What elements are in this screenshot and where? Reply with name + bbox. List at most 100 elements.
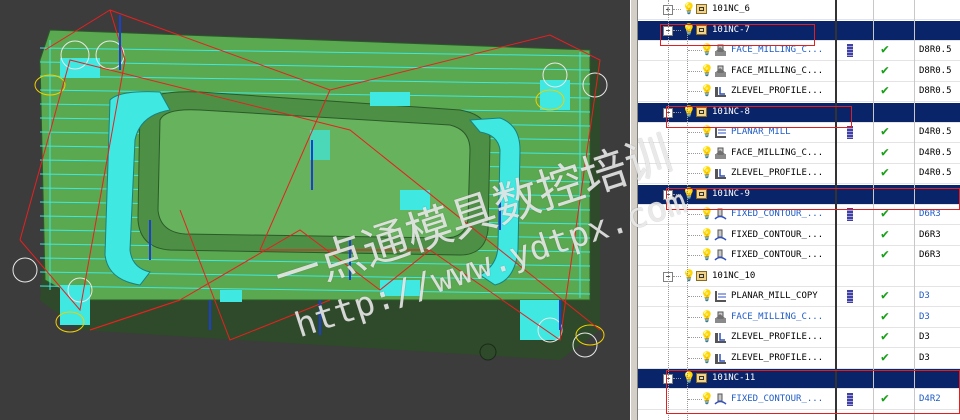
check-icon: ✔ <box>881 62 889 78</box>
check-icon: ✔ <box>881 308 889 324</box>
zlevel-profile-icon <box>714 331 727 344</box>
operation-label: ZLEVEL_PROFILE... <box>731 332 824 342</box>
lightbulb-icon: 💡 <box>700 84 714 97</box>
operation-label: FACE_MILLING_C... <box>731 65 824 76</box>
program-group-row[interactable]: + 💡 101NC_6 <box>638 0 960 20</box>
operation-label: PLANAR_MILL_COPY <box>731 291 818 301</box>
tool-name: D4R0.5 <box>919 168 952 178</box>
face-milling-icon <box>714 147 727 160</box>
column-divider <box>914 0 915 420</box>
check-icon: ✔ <box>881 226 889 242</box>
column-separator <box>835 0 837 420</box>
lightbulb-icon: 💡 <box>700 207 714 220</box>
program-group-label: 101NC_10 <box>712 270 756 281</box>
lightbulb-icon: 💡 <box>700 43 714 56</box>
tool-name: D3 <box>919 352 930 363</box>
boss <box>540 80 570 110</box>
tool-name: D8R0.5 <box>919 45 952 55</box>
tool-name: D6R3 <box>919 250 941 260</box>
program-group-label: 101NC-11 <box>712 373 756 383</box>
cam-model-view <box>12 9 608 361</box>
operation-label: ZLEVEL_PROFILE... <box>731 352 824 363</box>
operation-navigator: + 💡 101NC_6− 💡 101NC-7 💡 FACE_MILLING_C... ✔ D8R… <box>638 0 960 420</box>
path-status-icon <box>847 208 853 221</box>
boss <box>60 285 90 325</box>
tree-guide <box>687 30 689 420</box>
path-status-icon <box>847 126 853 139</box>
operation-label: FIXED_CONTOUR_... <box>731 209 824 219</box>
zlevel-profile-icon <box>714 352 727 365</box>
lightbulb-icon: 💡 <box>682 2 696 15</box>
lightbulb-icon: 💡 <box>700 330 714 343</box>
fixed-contour-icon <box>714 229 727 242</box>
path-status-icon <box>847 392 853 406</box>
boss <box>520 300 560 340</box>
column-divider <box>873 0 874 420</box>
drill-circle <box>12 257 38 283</box>
program-folder-icon <box>696 188 707 199</box>
zlevel-profile-icon <box>714 85 727 98</box>
operation-label: PLANAR_MILL <box>731 127 791 137</box>
check-icon: ✔ <box>881 83 889 98</box>
graphics-viewport[interactable] <box>0 0 630 420</box>
tree-guide <box>673 9 681 11</box>
operation-label: FIXED_CONTOUR_... <box>731 393 824 404</box>
tree-guide <box>673 378 681 380</box>
planar-mill-icon <box>714 290 727 303</box>
lightbulb-icon: 💡 <box>700 63 714 77</box>
program-group-label: 101NC-7 <box>712 24 750 35</box>
tool-name: D4R0.5 <box>919 147 952 158</box>
program-group-label: 101NC-9 <box>712 188 750 199</box>
fixed-contour-icon <box>714 393 727 406</box>
planar-mill-icon <box>714 126 727 139</box>
tree-guide <box>673 275 681 278</box>
operation-label: FACE_MILLING_C... <box>731 45 824 55</box>
tool-name: D8R0.5 <box>919 86 952 96</box>
cavity-floor <box>157 109 471 239</box>
tool-name: D3 <box>919 311 930 322</box>
check-icon: ✔ <box>881 206 889 221</box>
toolpath-pad <box>220 290 242 302</box>
face-milling-icon <box>714 311 727 324</box>
lightbulb-icon: 💡 <box>700 227 714 241</box>
lightbulb-icon: 💡 <box>700 125 714 138</box>
tool-name: D4R2 <box>919 393 941 404</box>
program-group-label: 101NC_6 <box>712 4 750 14</box>
tool-name: D3 <box>919 332 930 342</box>
lightbulb-icon: 💡 <box>700 391 714 405</box>
face-milling-icon <box>714 44 727 57</box>
tree-guide <box>668 0 670 420</box>
program-folder-icon <box>696 4 707 14</box>
lightbulb-icon: 💡 <box>700 248 714 261</box>
toolpath-pad <box>380 280 420 296</box>
tool-name: D8R0.5 <box>919 65 952 76</box>
tool-name: D6R3 <box>919 229 941 240</box>
tool-name: D6R3 <box>919 209 941 219</box>
lightbulb-icon: 💡 <box>700 309 714 323</box>
check-icon: ✔ <box>881 42 889 57</box>
program-folder-icon <box>696 106 707 117</box>
operation-label: FACE_MILLING_C... <box>731 147 824 158</box>
hole <box>479 343 497 361</box>
path-status-icon <box>847 290 853 303</box>
check-icon: ✔ <box>881 124 889 139</box>
path-status-icon <box>847 44 853 57</box>
check-icon: ✔ <box>881 329 889 344</box>
program-folder-icon <box>696 270 707 281</box>
toolpath-pad <box>400 190 430 210</box>
operation-label: FIXED_CONTOUR_... <box>731 250 824 260</box>
tree-guide <box>673 193 681 196</box>
tree-guide <box>673 111 681 114</box>
tool-name: D3 <box>919 291 930 301</box>
tool-name: D4R0.5 <box>919 127 952 137</box>
check-icon: ✔ <box>881 165 889 180</box>
toolpath-pad <box>370 92 410 106</box>
operation-label: ZLEVEL_PROFILE... <box>731 86 824 96</box>
splitter-handle[interactable] <box>630 0 638 420</box>
fixed-contour-icon <box>714 208 727 221</box>
check-icon: ✔ <box>881 288 889 303</box>
zlevel-profile-icon <box>714 167 727 180</box>
program-folder-icon <box>696 373 707 383</box>
program-group-label: 101NC-8 <box>712 106 750 117</box>
lightbulb-icon: 💡 <box>700 145 714 159</box>
